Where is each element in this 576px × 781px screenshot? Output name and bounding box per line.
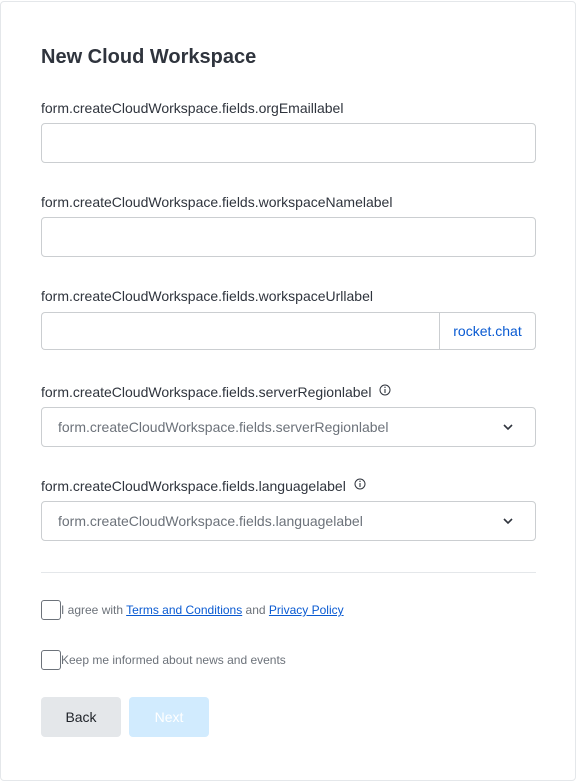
language-select[interactable]: form.createCloudWorkspace.fields.languag… [41,501,536,541]
page-title: New Cloud Workspace [41,46,257,68]
org-email-input[interactable] [41,123,536,163]
privacy-link[interactable]: Privacy Policy [269,603,344,617]
terms-link[interactable]: Terms and Conditions [126,603,242,617]
workspace-url-input[interactable] [41,312,439,350]
workspace-url-suffix: rocket.chat [439,312,536,350]
language-label-text: form.createCloudWorkspace.fields.languag… [41,478,346,494]
chevron-down-icon [503,424,513,431]
workspace-name-label: form.createCloudWorkspace.fields.workspa… [41,194,393,210]
server-region-label: form.createCloudWorkspace.fields.serverR… [41,384,391,400]
server-region-placeholder: form.createCloudWorkspace.fields.serverR… [58,419,389,435]
terms-text: I agree with Terms and Conditions and Pr… [61,603,344,617]
updates-row: Keep me informed about news and events [41,650,286,670]
terms-row: I agree with Terms and Conditions and Pr… [41,600,344,620]
workspace-form-card: New Cloud Workspace form.createCloudWork… [0,1,576,781]
updates-checkbox[interactable] [41,650,61,670]
info-icon[interactable] [354,477,366,490]
divider [41,572,536,573]
updates-label: Keep me informed about news and events [61,653,286,667]
terms-and: and [242,603,269,617]
org-email-label: form.createCloudWorkspace.fields.orgEmai… [41,100,344,116]
next-button[interactable]: Next [129,697,209,737]
chevron-down-icon [503,518,513,525]
language-placeholder: form.createCloudWorkspace.fields.languag… [58,513,363,529]
workspace-name-input[interactable] [41,217,536,257]
server-region-label-text: form.createCloudWorkspace.fields.serverR… [41,384,372,400]
workspace-url-label: form.createCloudWorkspace.fields.workspa… [41,288,373,304]
server-region-select[interactable]: form.createCloudWorkspace.fields.serverR… [41,407,536,447]
info-icon[interactable] [379,383,391,396]
workspace-url-group: rocket.chat [41,312,536,350]
terms-prefix: I agree with [61,603,127,617]
language-label: form.createCloudWorkspace.fields.languag… [41,478,366,494]
terms-checkbox[interactable] [41,600,61,620]
back-button[interactable]: Back [41,697,121,737]
